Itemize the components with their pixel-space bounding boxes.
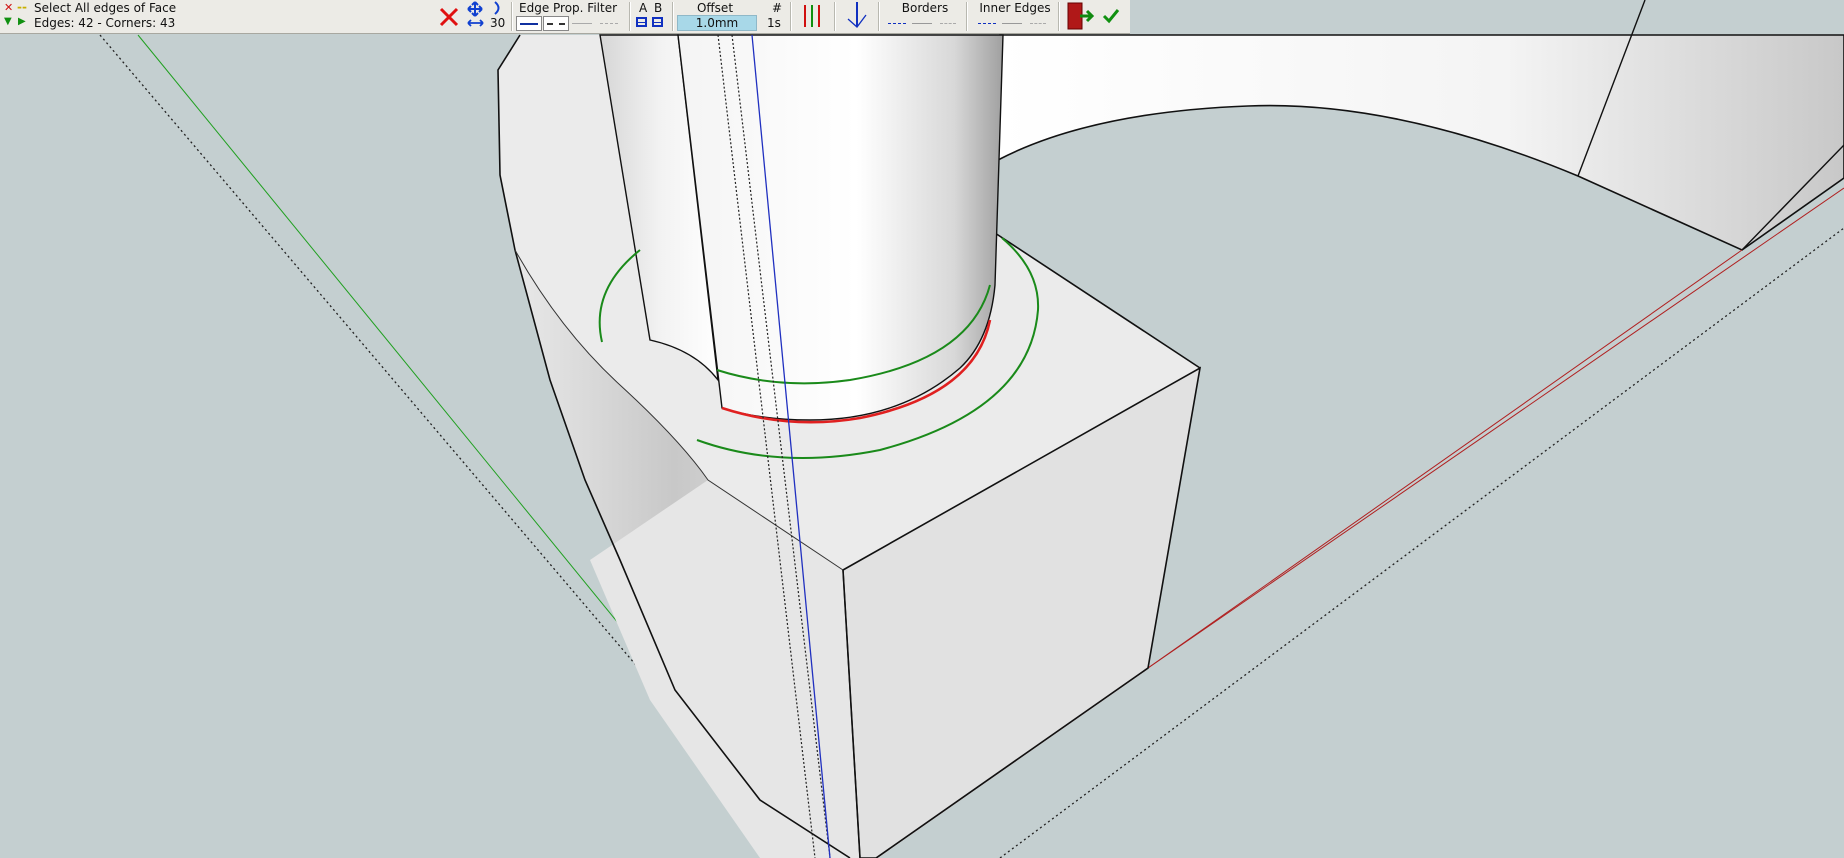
axis-icon[interactable] xyxy=(844,1,868,29)
toolbar-separator xyxy=(878,2,880,31)
offset-field[interactable]: 1.0mm xyxy=(677,15,757,31)
play-icon: ▶ xyxy=(18,16,26,27)
border-style-dashdot[interactable] xyxy=(888,23,906,24)
status-line-1: Select All edges of Face xyxy=(34,1,177,15)
arc-icon[interactable] xyxy=(493,1,503,15)
exit-door-icon[interactable] xyxy=(1066,1,1094,31)
close-icon[interactable] xyxy=(438,6,460,28)
inner-edge-style-plain[interactable] xyxy=(1002,23,1022,24)
toolbar-separator xyxy=(511,2,513,31)
hash-label: # xyxy=(772,1,783,15)
dash-marker-icon: -- xyxy=(17,0,27,14)
toolbar-separator xyxy=(966,2,968,31)
toolbar-separator xyxy=(629,2,631,31)
mode-b-icon[interactable] xyxy=(652,17,663,27)
status-line-2: Edges: 42 - Corners: 43 xyxy=(34,16,176,30)
dashed-edge-filter-button[interactable] xyxy=(543,16,569,31)
edge-filter-label: Edge Prop. Filter xyxy=(519,1,618,15)
soft-edge-filter-button[interactable] xyxy=(600,23,618,24)
border-style-dashed[interactable] xyxy=(940,23,956,24)
move-arrows-icon[interactable] xyxy=(467,1,483,17)
parallel-lines-icon[interactable] xyxy=(802,3,824,29)
offset-label: Offset xyxy=(696,1,734,15)
count-value[interactable]: 1s xyxy=(767,16,781,30)
cylinder-column xyxy=(677,34,1004,421)
horizontal-arrows-icon[interactable] xyxy=(467,18,484,28)
mode-a-icon[interactable] xyxy=(636,17,647,27)
inner-edge-style-dashed[interactable] xyxy=(1030,23,1046,24)
checkmark-icon[interactable] xyxy=(1102,8,1120,24)
close-icon[interactable]: ✕ xyxy=(4,1,13,14)
background-arc-wall xyxy=(997,34,1844,251)
inner-edge-style-dashdot[interactable] xyxy=(978,23,996,24)
borders-label: Borders xyxy=(901,1,949,15)
a-label: A xyxy=(639,1,648,15)
toolbar-separator xyxy=(672,2,674,31)
red-axis-line xyxy=(1147,187,1844,669)
toolbar-separator xyxy=(1058,2,1060,31)
border-style-plain[interactable] xyxy=(912,23,932,24)
toolbar-separator xyxy=(834,2,836,31)
inner-edges-label: Inner Edges xyxy=(979,1,1051,15)
toolbar: ✕ -- Select All edges of Face ▼ ▶ Edges:… xyxy=(0,0,1130,34)
b-label: B xyxy=(654,1,663,15)
modeling-viewport[interactable] xyxy=(0,0,1844,858)
triangle-down-icon: ▼ xyxy=(4,16,12,27)
toolbar-separator xyxy=(790,2,792,31)
floor-edge xyxy=(1147,249,1743,669)
plain-edge-filter-button[interactable] xyxy=(516,16,542,31)
segments-value[interactable]: 30 xyxy=(490,16,505,30)
hidden-edge-filter-button[interactable] xyxy=(572,23,592,24)
